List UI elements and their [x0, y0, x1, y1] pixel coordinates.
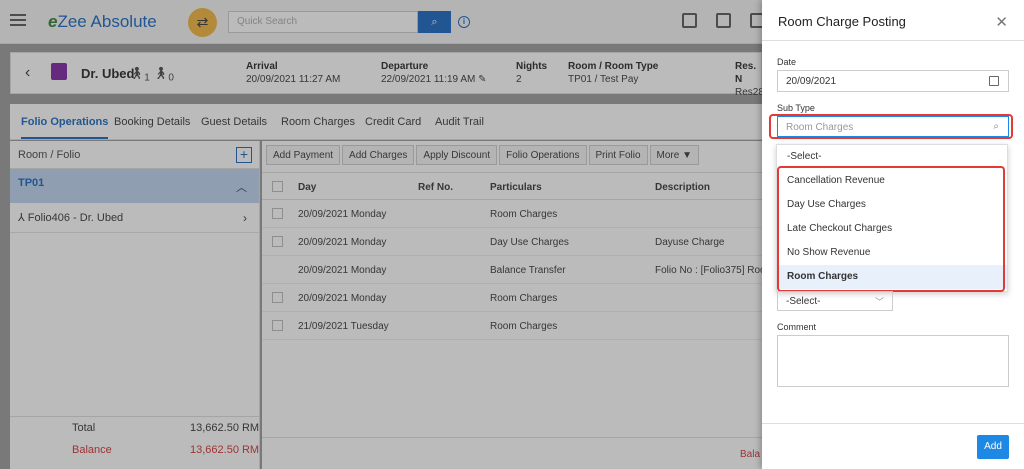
comment-textarea[interactable]: [777, 335, 1009, 387]
room-charge-posting-drawer: Room Charge Posting ✕ Date 20/09/2021 Su…: [762, 0, 1024, 469]
drawer-title: Room Charge Posting: [778, 14, 906, 29]
date-label: Date: [777, 57, 797, 67]
highlight-box-options: [777, 166, 1005, 292]
divider: [762, 40, 1024, 41]
comment-label: Comment: [777, 322, 817, 332]
close-icon[interactable]: ✕: [995, 13, 1008, 31]
date-field[interactable]: 20/09/2021: [777, 70, 1009, 92]
add-button[interactable]: Add: [977, 435, 1009, 459]
modal-backdrop[interactable]: [0, 0, 762, 469]
drawer-footer-divider: [762, 423, 1024, 424]
secondary-select[interactable]: -Select- ﹀: [777, 291, 893, 311]
subtype-label: Sub Type: [777, 103, 815, 113]
highlight-box-subtype: [769, 114, 1013, 139]
chevron-down-icon: ﹀: [874, 297, 884, 307]
calendar-icon[interactable]: [989, 76, 999, 86]
